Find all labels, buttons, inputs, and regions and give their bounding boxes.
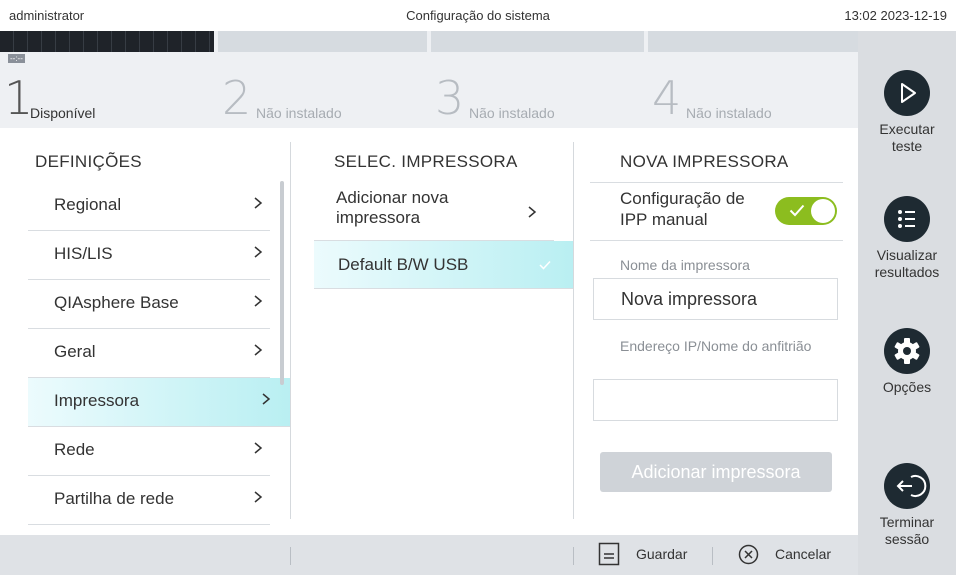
list-icon [884,196,930,242]
settings-item-label: HIS/LIS [54,244,113,263]
module-state: Não instalado [469,105,555,121]
toggle-knob [811,199,835,223]
settings-panel: DEFINIÇÕES Regional HIS/LIS QIAsphere Ba… [0,128,858,535]
address-label: Endereço IP/Nome do anfitrião [620,338,812,354]
chevron-right-icon [254,197,263,209]
cancel-button[interactable]: Cancelar [775,546,831,562]
manual-ipp-toggle[interactable] [775,197,837,225]
settings-item-label: QIAsphere Base [54,293,179,312]
run-test-label: Executar teste [879,121,935,154]
settings-item-regional[interactable]: Regional [28,182,270,231]
view-results-label: Visualizar resultados [874,247,940,280]
header-divider [590,182,843,183]
logout-label: Terminar sessão [879,514,935,547]
settings-item-label: Geral [54,342,96,361]
save-button[interactable]: Guardar [636,546,687,562]
address-input[interactable] [593,379,838,421]
bottom-divider [712,547,713,565]
module-time: --:-- [8,54,25,63]
chevron-right-icon [254,295,263,307]
printer-select-header: SELEC. IMPRESSORA [334,152,518,171]
printer-name-label: Nome da impressora [620,257,750,273]
module-3[interactable]: 3 Não instalado [431,31,648,128]
new-printer-header: NOVA IMPRESSORA [620,152,789,171]
printer-item-default[interactable]: Default B/W USB [314,241,573,289]
module-progress-ticks [0,31,214,52]
module-1[interactable]: --:-- 1 Disponível [0,31,218,128]
view-results-button[interactable]: Visualizar resultados [858,196,956,281]
add-new-printer-item[interactable]: Adicionar nova impressora [314,182,554,241]
chevron-right-icon [262,393,271,405]
module-state: Disponível [30,105,96,121]
logout-button[interactable]: Terminar sessão [858,463,956,548]
add-new-printer-label: Adicionar nova impressora [336,188,449,227]
module-number: 4 [652,71,682,125]
manual-ipp-label: Configuração de IPP manual [620,189,745,229]
save-icon[interactable] [598,542,620,566]
settings-item-label: Rede [54,440,95,459]
bottom-divider [290,547,291,565]
module-strip: --:-- 1 Disponível 2 Não instalado 3 Não… [0,31,858,128]
column-divider [573,142,574,519]
row-divider [590,240,843,241]
module-number: 3 [435,71,465,125]
cancel-icon[interactable] [738,544,759,565]
printer-name-input[interactable]: Nova impressora [593,278,838,320]
logout-icon [884,463,930,509]
settings-item-label: Impressora [54,391,140,410]
module-progress-bar [431,31,644,52]
module-state: Não instalado [256,105,342,121]
settings-scrollbar[interactable] [280,181,284,385]
printer-name-value: Nova impressora [621,289,758,309]
chevron-right-icon [254,344,263,356]
add-printer-button[interactable]: Adicionar impressora [600,452,832,492]
bottom-bar: Guardar Cancelar [0,535,858,575]
column-divider [290,142,291,519]
printer-item-label: Default B/W USB [338,255,469,274]
bottom-divider [573,547,574,565]
settings-item-qiasphere[interactable]: QIAsphere Base [28,280,270,329]
checkmark-icon [539,260,551,270]
chevron-right-icon [528,206,537,218]
options-button[interactable]: Opções [858,328,956,396]
clock: 13:02 2023-12-19 [844,8,947,23]
module-4[interactable]: 4 Não instalado [648,31,858,128]
page-title: Configuração do sistema [406,8,550,23]
chevron-right-icon [254,491,263,503]
run-test-button[interactable]: Executar teste [858,70,956,155]
status-bar: administrator Configuração do sistema 13… [0,0,956,31]
module-2[interactable]: 2 Não instalado [218,31,431,128]
module-number: 1 [4,71,34,125]
chevron-right-icon [254,442,263,454]
settings-header: DEFINIÇÕES [35,152,142,171]
checkmark-icon [789,204,805,217]
play-icon [884,70,930,116]
settings-item-printer[interactable]: Impressora [28,378,290,427]
settings-item-network-share[interactable]: Partilha de rede [28,476,270,525]
settings-item-label: Regional [54,195,122,214]
module-state: Não instalado [686,105,772,121]
settings-item-network[interactable]: Rede [28,427,270,476]
settings-item-general[interactable]: Geral [28,329,270,378]
gear-icon [884,328,930,374]
module-progress-bar [648,31,858,52]
options-label: Opções [882,379,932,395]
sidebar: Executar teste Visualizar resultados Opç… [858,31,956,575]
module-progress-bar [218,31,427,52]
settings-item-label: Partilha de rede [54,489,175,508]
settings-item-his-lis[interactable]: HIS/LIS [28,231,270,280]
module-number: 2 [222,71,252,125]
chevron-right-icon [254,246,263,258]
